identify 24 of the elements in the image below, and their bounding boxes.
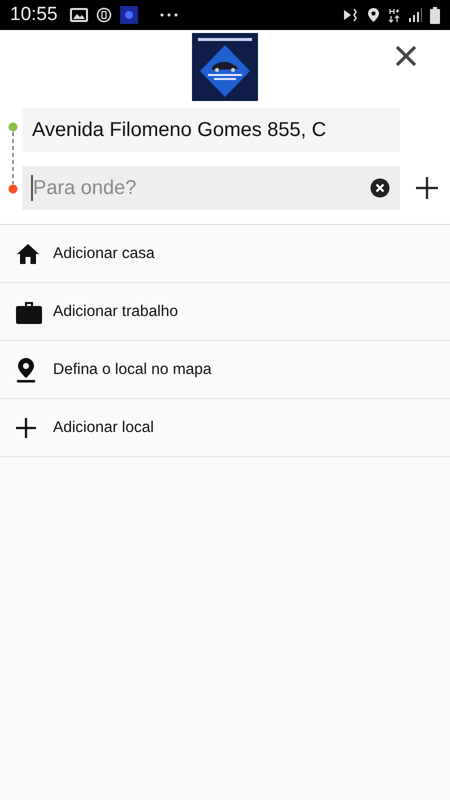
place-item[interactable]: Adicionar trabalho [0, 283, 450, 341]
origin-field[interactable]: Avenida Filomeno Gomes 855, C [22, 108, 400, 152]
destination-field[interactable]: Para onde? [22, 166, 400, 210]
home-icon [16, 242, 40, 266]
clear-icon[interactable] [370, 178, 390, 198]
more-icon [160, 13, 178, 17]
location-pin-icon [16, 356, 36, 382]
place-label: Adicionar trabalho [53, 302, 178, 320]
battery-icon [430, 6, 440, 24]
place-item[interactable]: Defina o local no mapa [0, 341, 450, 399]
status-time: 10:55 [10, 4, 58, 26]
plus-icon [16, 418, 36, 438]
location-icon [367, 7, 380, 23]
add-stop-button[interactable] [414, 175, 440, 201]
logo-icon [192, 33, 258, 101]
briefcase-icon [16, 300, 42, 324]
place-label: Adicionar casa [53, 244, 155, 262]
place-item[interactable]: Adicionar casa [0, 225, 450, 283]
place-item[interactable]: Adicionar local [0, 399, 450, 457]
image-icon [70, 8, 88, 22]
route-line-drawing [6, 122, 20, 194]
place-label: Adicionar local [53, 418, 154, 436]
place-label: Defina o local no mapa [53, 360, 212, 378]
signal-icon [408, 8, 422, 22]
